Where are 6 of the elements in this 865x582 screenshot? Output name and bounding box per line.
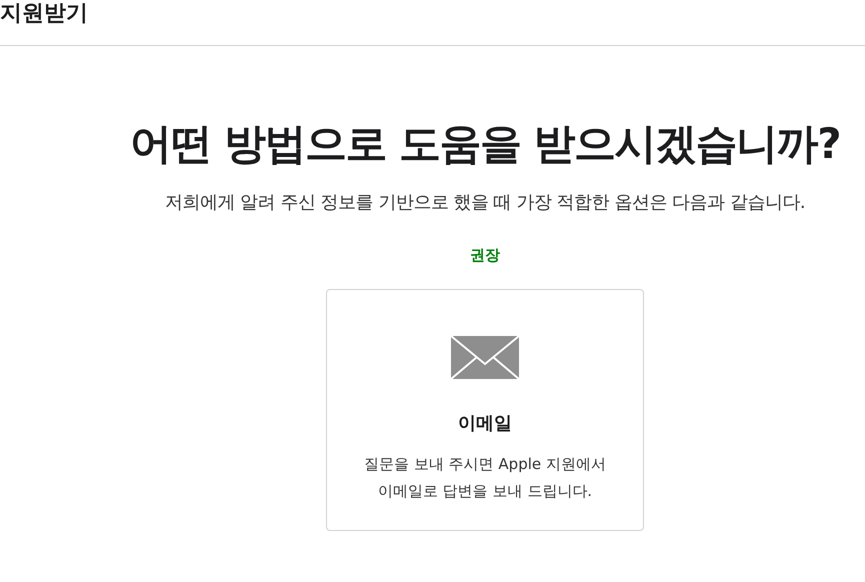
subheading: 저희에게 알려 주신 정보를 기반으로 했을 때 가장 적합한 옵션은 다음과 같습니다. [164,191,806,214]
envelope-icon [451,336,519,379]
heading: 어떤 방법으로 도움을 받으시겠습니까? [130,118,840,170]
recommended-label: 권장 [470,246,500,265]
option-card[interactable]: 이메일 질문을 보내 주시면 Apple 지원에서 이메일로 답변을 보내 드립니다. [326,289,644,531]
page-title: 지원받기 [0,0,88,28]
